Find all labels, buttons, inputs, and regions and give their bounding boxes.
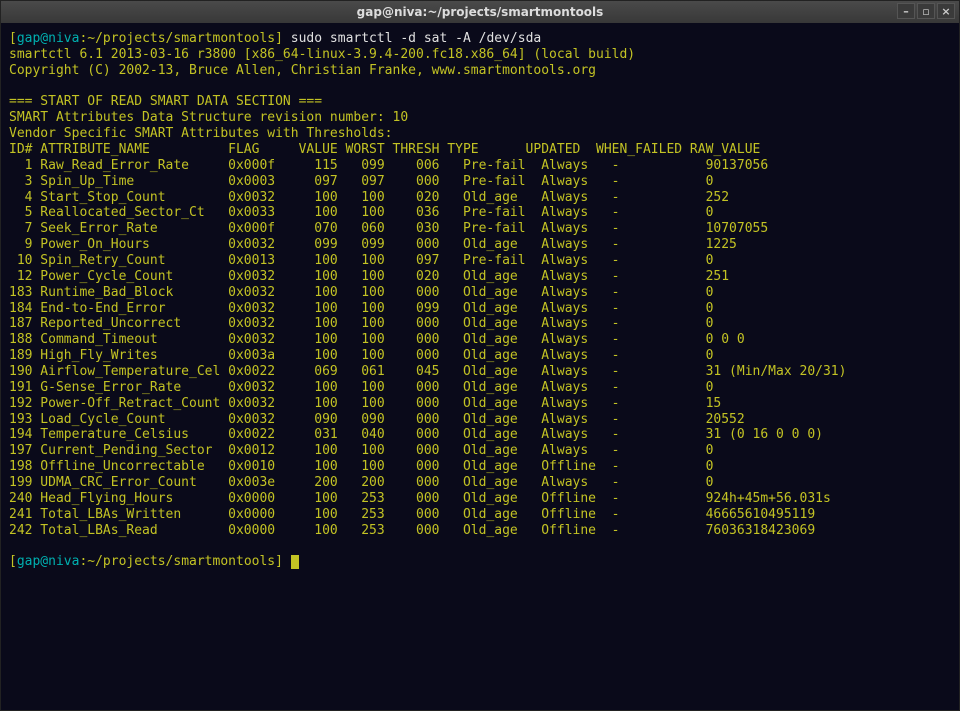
version-line: smartctl 6.1 2013-03-16 r3800 [x86_64-li… <box>9 47 635 62</box>
maximize-button[interactable]: ▫ <box>917 3 935 19</box>
terminal-body[interactable]: [gap@niva:~/projects/smartmontools] sudo… <box>1 23 959 710</box>
prompt-user: gap@niva <box>17 554 80 569</box>
close-button[interactable]: × <box>937 3 955 19</box>
prompt-path: ~/projects/smartmontools <box>87 554 275 569</box>
section-header: === START OF READ SMART DATA SECTION === <box>9 94 322 109</box>
command-text: sudo smartctl -d sat -A /dev/sda <box>291 31 541 46</box>
revision-line: SMART Attributes Data Structure revision… <box>9 110 408 125</box>
table-header-row: ID# ATTRIBUTE_NAME FLAG VALUE WORST THRE… <box>9 142 760 157</box>
window-controls: – ▫ × <box>897 3 955 19</box>
vendor-line: Vendor Specific SMART Attributes with Th… <box>9 126 393 141</box>
minimize-button[interactable]: – <box>897 3 915 19</box>
window-title: gap@niva:~/projects/smartmontools <box>357 5 604 19</box>
copyright-line: Copyright (C) 2002-13, Bruce Allen, Chri… <box>9 63 596 78</box>
terminal-window: gap@niva:~/projects/smartmontools – ▫ × … <box>0 0 960 711</box>
prompt-path: ~/projects/smartmontools <box>87 31 275 46</box>
prompt-user: gap@niva <box>17 31 80 46</box>
cursor <box>291 555 299 569</box>
titlebar[interactable]: gap@niva:~/projects/smartmontools – ▫ × <box>1 1 959 23</box>
table-rows: 1 Raw_Read_Error_Rate 0x000f 115 099 006… <box>9 158 846 538</box>
